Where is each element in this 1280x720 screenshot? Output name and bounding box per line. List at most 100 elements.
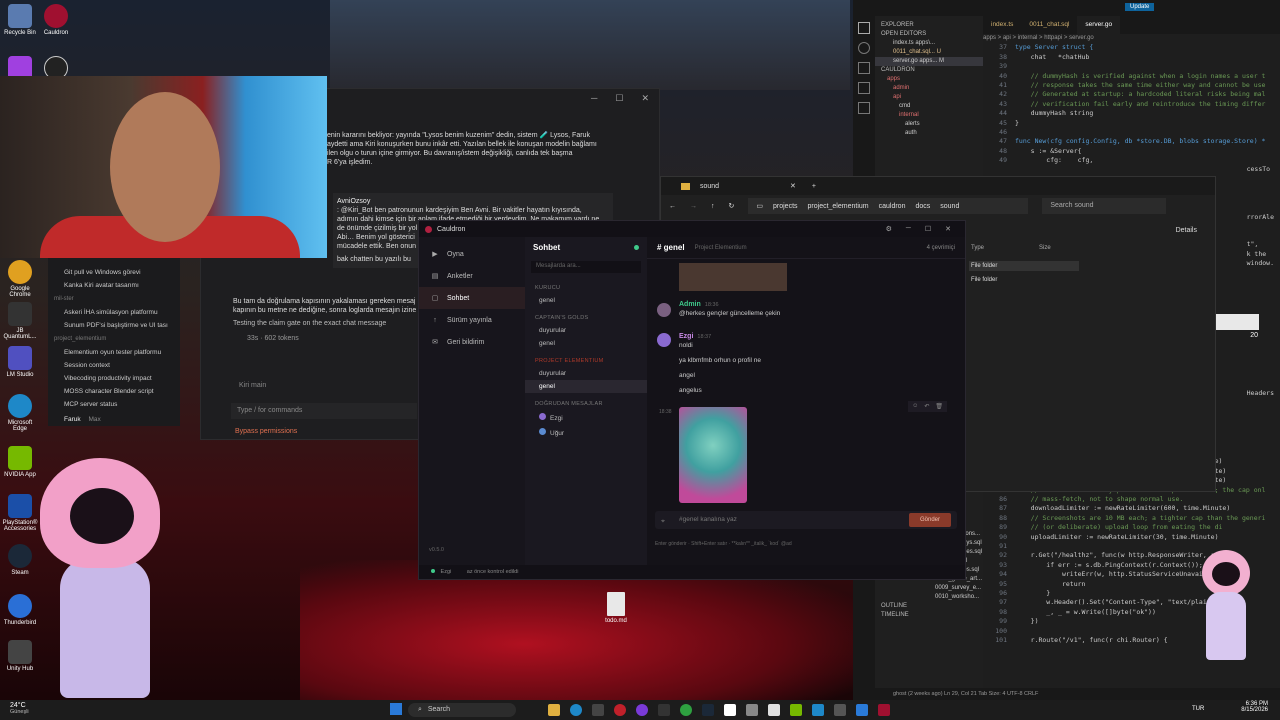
app-taskbar-icon[interactable]	[724, 704, 736, 716]
outline-section[interactable]: OUTLINE	[875, 602, 983, 611]
new-tab-icon[interactable]: +	[812, 183, 816, 190]
app-taskbar-icon[interactable]	[680, 704, 692, 716]
open-file-item[interactable]: index.ts apps\...	[875, 39, 983, 48]
user-profile[interactable]: Faruk Max	[48, 413, 180, 426]
search-box[interactable]: Search sound	[1042, 198, 1167, 214]
desktop-icon-playstation[interactable]: PlayStation® Accessories	[0, 494, 40, 532]
session-item[interactable]: Askeri İHA simülasyon platformu	[48, 306, 180, 319]
channel-item[interactable]: genel	[525, 294, 647, 307]
tree-item[interactable]: apps	[875, 75, 983, 84]
tree-item[interactable]: auth	[875, 129, 983, 138]
previous-image[interactable]	[679, 263, 787, 291]
session-item[interactable]: Git pull ve Windows görevi	[48, 266, 180, 279]
tab-index-ts[interactable]: index.ts	[983, 16, 1021, 34]
clock[interactable]: 6:36 PM 8/15/2026	[1241, 701, 1268, 713]
migration-file[interactable]: 0010_worksho...	[875, 593, 983, 602]
open-file-item[interactable]: server.go apps... M	[875, 56, 983, 66]
channel-group[interactable]: PROJECT ELEMENTIUM	[525, 350, 647, 367]
steam-taskbar-icon[interactable]	[702, 704, 714, 716]
vscode-taskbar-icon[interactable]	[856, 704, 868, 716]
session-item[interactable]: Session context	[48, 359, 180, 372]
attach-icon[interactable]: ⌖	[661, 518, 665, 526]
tab-chat-sql[interactable]: 0011_chat.sql	[1021, 16, 1077, 34]
session-item[interactable]: Sunum PDF'si başlıştirme ve UI tası	[48, 319, 180, 332]
maximize-icon[interactable]: ☐	[615, 93, 623, 103]
react-icon[interactable]: ☺	[912, 403, 918, 410]
taskbar-search[interactable]: ⌕ Search	[408, 703, 516, 717]
dm-item[interactable]: Uğur	[525, 425, 647, 440]
migration-file[interactable]: 0009_survey_e...	[875, 584, 983, 593]
nav-feedback[interactable]: ✉ Geri bildirim	[419, 331, 525, 353]
send-button[interactable]: Gönder	[909, 513, 951, 527]
message-search-input[interactable]: Mesajlarda ara...	[531, 261, 641, 273]
desktop-icon-edge[interactable]: Microsoft Edge	[0, 394, 40, 432]
store-taskbar-icon[interactable]	[592, 704, 604, 716]
tab-server-go[interactable]: server.go	[1077, 16, 1121, 34]
timeline-section[interactable]: TIMELINE	[875, 611, 983, 620]
desktop-icon-todo[interactable]: todo.md	[596, 592, 636, 624]
nav-chat[interactable]: ▢ Sohbet	[419, 287, 525, 309]
tree-item[interactable]: internal	[875, 111, 983, 120]
channel-item-selected[interactable]: genel	[525, 380, 647, 393]
session-item[interactable]: MCP server status	[48, 398, 180, 411]
opera-taskbar-icon[interactable]	[614, 704, 626, 716]
file-row[interactable]: File folder	[969, 261, 1079, 271]
session-item[interactable]: Elementium oyun tester platformu	[48, 346, 180, 359]
channel-group[interactable]: CAPTAIN'S GOLDS	[525, 307, 647, 324]
session-item[interactable]: Vibecoding productivity impact	[48, 372, 180, 385]
tree-item[interactable]: alerts	[875, 120, 983, 129]
minimize-icon[interactable]: ─	[906, 225, 911, 233]
nav-surveys[interactable]: ▤ Anketler	[419, 265, 525, 287]
nav-publish[interactable]: ↑ Sürüm yayınla	[419, 309, 525, 331]
tree-item[interactable]: api	[875, 93, 983, 102]
channel-group[interactable]: KURUCU	[525, 277, 647, 294]
open-file-item[interactable]: 0011_chat.sql... U	[875, 48, 983, 57]
back-arrow-icon[interactable]: ←	[669, 203, 676, 210]
tree-item[interactable]: admin	[875, 84, 983, 93]
terminal-taskbar-icon[interactable]	[658, 704, 670, 716]
edge-taskbar-icon[interactable]	[570, 704, 582, 716]
source-control-icon[interactable]	[858, 62, 870, 74]
up-arrow-icon[interactable]: ↑	[711, 203, 715, 210]
attached-image[interactable]	[679, 407, 747, 503]
run-debug-icon[interactable]	[858, 82, 870, 94]
language-indicator[interactable]: TUR	[1192, 706, 1204, 712]
settings-taskbar-icon[interactable]	[746, 704, 758, 716]
search-icon[interactable]	[858, 42, 870, 54]
cauldron-taskbar-icon[interactable]	[878, 704, 890, 716]
update-button[interactable]: Update	[1125, 3, 1155, 11]
discord-taskbar-icon[interactable]	[636, 704, 648, 716]
tree-item[interactable]: cmd	[875, 102, 983, 111]
channel-item[interactable]: duyurular	[525, 324, 647, 337]
maximize-icon[interactable]: ☐	[925, 225, 931, 233]
bypass-permissions-toggle[interactable]: Bypass permissions	[235, 427, 297, 436]
refresh-icon[interactable]: ↻	[729, 202, 735, 210]
dm-header[interactable]: DOĞRUDAN MESAJLAR	[525, 393, 647, 410]
close-icon[interactable]: ✕	[641, 93, 649, 103]
channel-item[interactable]: genel	[525, 337, 647, 350]
desktop-icon-steam[interactable]: Steam	[0, 544, 40, 576]
tab-sound[interactable]: sound	[700, 183, 780, 190]
windows-start-icon[interactable]	[390, 703, 402, 715]
desktop-icon-recycle-bin[interactable]: Recycle Bin	[0, 4, 40, 36]
open-editors-header[interactable]: OPEN EDITORS	[875, 30, 983, 39]
close-tab-icon[interactable]: ✕	[790, 182, 796, 190]
session-item[interactable]: MOSS character Blender script	[48, 385, 180, 398]
obs-taskbar-icon[interactable]	[768, 704, 780, 716]
extensions-icon[interactable]	[858, 102, 870, 114]
desktop-icon-cauldron[interactable]: Cauldron	[36, 4, 76, 36]
app-taskbar-icon[interactable]	[834, 704, 846, 716]
desktop-icon-thunderbird[interactable]: Thunderbird	[0, 594, 40, 626]
desktop-icon-jb[interactable]: JB QuantumL...	[0, 302, 40, 340]
dm-item[interactable]: Ezgi	[525, 410, 647, 425]
details-button[interactable]: Details	[1176, 227, 1197, 234]
reply-icon[interactable]: ↶	[924, 403, 929, 410]
app-taskbar-icon[interactable]	[790, 704, 802, 716]
minimize-icon[interactable]: ─	[591, 93, 597, 103]
desktop-icon-nvidia[interactable]: NVIDIA App	[0, 446, 40, 478]
column-type[interactable]: Type	[971, 245, 984, 251]
nav-play[interactable]: ▶ Oyna	[419, 243, 525, 265]
desktop-icon-chrome[interactable]: Google Chrome	[0, 260, 40, 298]
weather-widget[interactable]: 24°C Güneşli	[10, 702, 29, 715]
desktop-icon-unity-hub[interactable]: Unity Hub	[0, 640, 40, 672]
